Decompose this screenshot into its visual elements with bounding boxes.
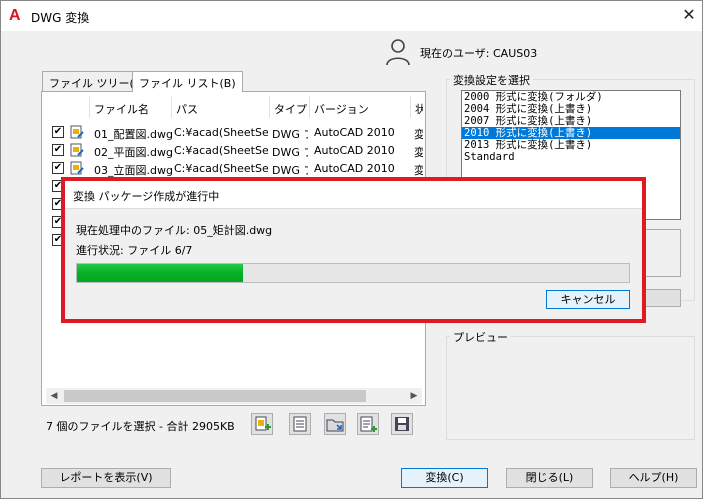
window-title: DWG 変換: [31, 11, 90, 25]
tab-label: ファイル ツリー(F): [49, 77, 145, 90]
progress-bar: [76, 263, 630, 283]
tab-label: ファイル リスト(B): [139, 77, 236, 90]
table-row[interactable]: ✔ 03_立面図.dwgC:¥acad(SheetSet)¥ DWG ファ AutoC…: [46, 159, 423, 177]
selection-summary: 7 個のファイルを選択 - 合計 2905KB: [46, 420, 235, 433]
file-status-cell: 変: [414, 128, 423, 141]
column-header-version[interactable]: バージョン: [310, 96, 411, 118]
scrollbar-thumb[interactable]: [64, 390, 366, 402]
row-checkbox[interactable]: ✔: [52, 234, 64, 246]
save-icon: [395, 417, 409, 431]
progress-dialog: 変換 パッケージ作成が進行中 現在処理中のファイル: 05_矩計図.dwg 進行…: [61, 177, 646, 323]
column-header-type[interactable]: タイプ: [270, 96, 310, 118]
file-type-cell: DWG ファ: [272, 164, 308, 177]
folder-icon: [326, 419, 344, 432]
file-list-icon: [293, 416, 307, 432]
row-checkbox[interactable]: ✔: [52, 216, 64, 228]
conversion-setup-button[interactable]: [637, 289, 681, 307]
file-status-cell: 変: [414, 146, 423, 159]
list-add-icon: [360, 416, 377, 432]
conversion-setup-option[interactable]: 2013 形式に変換(上書き): [462, 139, 680, 151]
file-path-cell: C:¥acad(SheetSet)¥: [174, 162, 268, 175]
dwg-file-icon: [70, 125, 84, 139]
conversion-setup-option[interactable]: 2010 形式に変換(上書き): [462, 127, 680, 139]
file-version-cell: AutoCAD 2010: [314, 162, 395, 175]
table-row[interactable]: ✔ 02_平面図.dwgC:¥acad(SheetSet)¥ DWG ファ AutoC…: [46, 141, 423, 159]
current-user-label: 現在のユーザ: CAUS03: [420, 47, 538, 60]
tab-file-list[interactable]: ファイル リスト(B): [132, 71, 243, 92]
view-report-button[interactable]: レポートを表示(V): [41, 468, 171, 488]
file-type-cell: DWG ファ: [272, 146, 308, 159]
preview-label: プレビュー: [450, 329, 511, 345]
convert-button[interactable]: 変換(C): [401, 468, 488, 488]
file-status-cell: 変: [414, 164, 423, 177]
close-icon[interactable]: ✕: [679, 4, 699, 26]
file-version-cell: AutoCAD 2010: [314, 144, 395, 157]
file-name-cell: 03_立面図.dwg: [94, 164, 172, 177]
title-bar: A DWG 変換 ✕: [1, 1, 702, 31]
scroll-left-icon[interactable]: ◀: [47, 390, 61, 402]
file-version-cell: AutoCAD 2010: [314, 126, 395, 139]
dwg-file-icon: [70, 143, 84, 157]
file-path-cell: C:¥acad(SheetSet)¥: [174, 144, 268, 157]
conversion-setup-option[interactable]: 2004 形式に変換(上書き): [462, 103, 680, 115]
conversion-setup-option[interactable]: 2000 形式に変換(フォルダ): [462, 91, 680, 103]
row-checkbox[interactable]: ✔: [52, 144, 64, 156]
progress-dialog-title: 変換 パッケージ作成が進行中: [73, 190, 220, 203]
open-folder-button[interactable]: [324, 413, 346, 435]
add-drawing-icon: [255, 416, 271, 431]
current-file-label: 現在処理中のファイル: 05_矩計図.dwg: [76, 224, 273, 237]
horizontal-scrollbar[interactable]: ◀ ▶: [46, 388, 422, 404]
column-header-status[interactable]: 状: [411, 96, 423, 118]
conversion-setup-option[interactable]: Standard: [462, 151, 680, 163]
row-checkbox[interactable]: ✔: [52, 126, 64, 138]
file-list-button[interactable]: [289, 413, 311, 435]
add-list-button[interactable]: [357, 413, 379, 435]
row-checkbox[interactable]: ✔: [52, 180, 64, 192]
file-type-cell: DWG ファ: [272, 128, 308, 141]
help-button[interactable]: ヘルプ(H): [610, 468, 697, 488]
autocad-logo-icon: A: [9, 7, 21, 24]
user-icon: [386, 39, 410, 66]
file-path-cell: C:¥acad(SheetSet)¥: [174, 126, 268, 139]
conversion-setup-option[interactable]: 2007 形式に変換(上書き): [462, 115, 680, 127]
column-header-path[interactable]: パス: [172, 96, 270, 118]
progress-bar-fill: [77, 264, 243, 282]
dwg-file-icon: [70, 161, 84, 175]
row-checkbox[interactable]: ✔: [52, 162, 64, 174]
table-row[interactable]: ✔ 01_配置図.dwgC:¥acad(SheetSet)¥ DWG ファ AutoC…: [46, 123, 423, 141]
save-button[interactable]: [391, 413, 413, 435]
file-name-cell: 01_配置図.dwg: [94, 128, 172, 141]
progress-status-label: 進行状況: ファイル 6/7: [76, 244, 193, 257]
file-name-cell: 02_平面図.dwg: [94, 146, 172, 159]
column-header-select[interactable]: [46, 96, 90, 118]
progress-dialog-title-bar: 変換 パッケージ作成が進行中: [65, 181, 642, 209]
conversion-setup-label: 変換設定を選択: [450, 72, 533, 88]
cancel-button[interactable]: キャンセル: [546, 290, 630, 309]
add-drawing-button[interactable]: [251, 413, 273, 435]
conversion-details-box: [637, 229, 681, 277]
row-checkbox[interactable]: ✔: [52, 198, 64, 210]
close-button[interactable]: 閉じる(L): [506, 468, 593, 488]
dwg-convert-window: A DWG 変換 ✕ 現在のユーザ: CAUS03 ファイル ツリー(F) ファ…: [0, 0, 703, 499]
column-header-name[interactable]: ファイル名: [90, 96, 172, 118]
preview-group: [446, 336, 695, 440]
scroll-right-icon[interactable]: ▶: [407, 390, 421, 402]
